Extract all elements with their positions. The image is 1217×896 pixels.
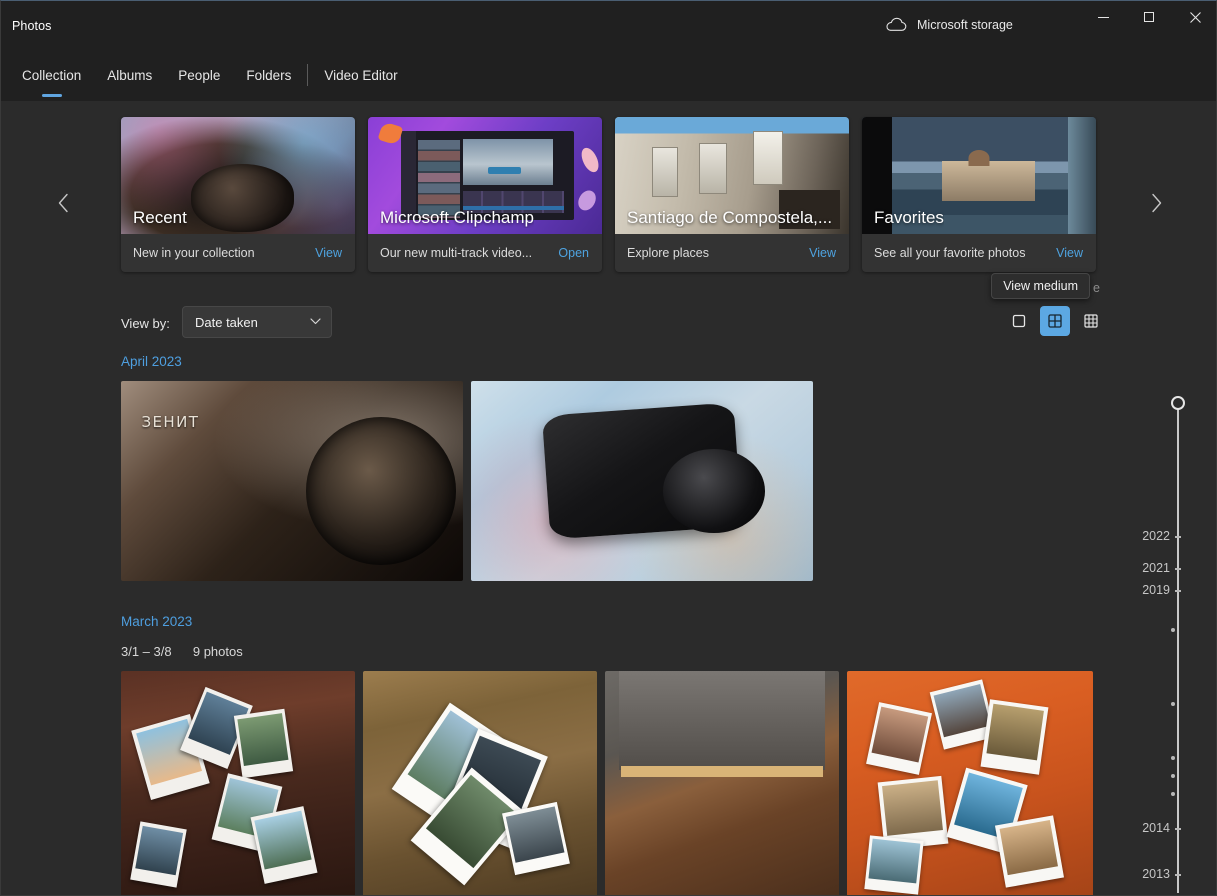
timeline-tick <box>1175 874 1181 876</box>
tab-folders[interactable]: Folders <box>233 49 304 101</box>
card-clipchamp-open-link[interactable]: Open <box>558 246 589 260</box>
section-subheading-march-2023: 3/1 – 3/8 9 photos <box>121 644 243 659</box>
timeline-scrubber[interactable]: 2022 2021 2019 2014 2013 2011 2010 1970 <box>1132 396 1202 896</box>
section-heading-march-2023[interactable]: March 2023 <box>121 614 192 629</box>
microsoft-storage-button[interactable]: Microsoft storage <box>885 17 1013 32</box>
card-recent-footer: New in your collection View <box>121 234 355 272</box>
timeline-year-2013[interactable]: 2013 <box>1142 867 1170 881</box>
card-santiago-footer: Explore places View <box>615 234 849 272</box>
timeline-dot <box>1171 774 1175 778</box>
photo-zenit-camera-closeup[interactable] <box>121 381 463 581</box>
view-by-value: Date taken <box>195 315 258 330</box>
tab-collection-label: Collection <box>22 68 81 83</box>
card-clipchamp-image: Microsoft Clipchamp <box>368 117 602 234</box>
view-small-button[interactable] <box>1076 306 1106 336</box>
tab-video-editor[interactable]: Video Editor <box>311 49 410 101</box>
photo-album-on-table[interactable] <box>605 671 839 896</box>
close-button[interactable] <box>1172 1 1217 33</box>
card-recent-image: Recent <box>121 117 355 234</box>
card-recent-title: Recent <box>133 208 187 228</box>
nav-divider <box>307 64 308 86</box>
timeline-year-2022[interactable]: 2022 <box>1142 529 1170 543</box>
card-favorites-view-link[interactable]: View <box>1056 246 1083 260</box>
minimize-button[interactable] <box>1080 1 1126 33</box>
card-clipchamp-footer: Our new multi-track video... Open <box>368 234 602 272</box>
app-title: Photos <box>12 19 52 33</box>
card-santiago-title: Santiago de Compostela,... <box>627 208 832 228</box>
tab-albums-label: Albums <box>107 68 152 83</box>
date-range: 3/1 – 3/8 <box>121 644 172 659</box>
tab-albums[interactable]: Albums <box>94 49 165 101</box>
timeline-year-2019[interactable]: 2019 <box>1142 583 1170 597</box>
view-by-label: View by: <box>121 316 170 331</box>
timeline-year-2021[interactable]: 2021 <box>1142 561 1170 575</box>
card-recent-subtitle: New in your collection <box>133 246 255 260</box>
card-recent-view-link[interactable]: View <box>315 246 342 260</box>
photo-count: 9 photos <box>193 644 243 659</box>
timeline-track[interactable] <box>1177 406 1179 893</box>
card-santiago-image: Santiago de Compostela,... <box>615 117 849 234</box>
card-santiago[interactable]: Santiago de Compostela,... Explore place… <box>615 117 849 272</box>
title-bar: Photos Microsoft storage <box>1 1 1217 49</box>
timeline-year-2014[interactable]: 2014 <box>1142 821 1170 835</box>
tab-video-editor-label: Video Editor <box>324 68 397 83</box>
photo-grid-april-2023 <box>121 381 813 581</box>
card-favorites-title: Favorites <box>874 208 944 228</box>
nav-tabs: Collection Albums People Folders Video E… <box>9 49 411 101</box>
card-favorites-footer: See all your favorite photos View <box>862 234 1096 272</box>
timeline-tick <box>1175 590 1181 592</box>
view-large-button[interactable] <box>1004 306 1034 336</box>
tab-collection[interactable]: Collection <box>9 49 94 101</box>
navigation-bar: Collection Albums People Folders Video E… <box>1 49 1217 101</box>
view-medium-tooltip: View medium <box>991 273 1090 299</box>
view-medium-button[interactable] <box>1040 306 1070 336</box>
chevron-down-icon <box>310 317 321 328</box>
obscured-size-label: e <box>1093 281 1100 295</box>
active-tab-indicator <box>42 94 62 97</box>
card-clipchamp[interactable]: Microsoft Clipchamp Our new multi-track … <box>368 117 602 272</box>
card-favorites-subtitle: See all your favorite photos <box>874 246 1025 260</box>
photo-grid-march-2023 <box>121 671 1093 896</box>
card-recent[interactable]: Recent New in your collection View <box>121 117 355 272</box>
photos-app-window: Photos Microsoft storage Collection <box>0 0 1217 896</box>
cloud-icon <box>885 17 907 32</box>
content-area: Recent New in your collection View <box>1 101 1217 896</box>
card-santiago-view-link[interactable]: View <box>809 246 836 260</box>
tab-folders-label: Folders <box>246 68 291 83</box>
timeline-dot <box>1171 628 1175 632</box>
featured-carousel: Recent New in your collection View <box>1 117 1217 287</box>
view-by-dropdown[interactable]: Date taken <box>182 306 332 338</box>
view-size-buttons <box>1004 306 1106 336</box>
tab-people[interactable]: People <box>165 49 233 101</box>
photo-zenit-camera-on-map[interactable] <box>471 381 813 581</box>
timeline-handle[interactable] <box>1171 396 1185 410</box>
card-santiago-subtitle: Explore places <box>627 246 709 260</box>
timeline-dot <box>1171 702 1175 706</box>
card-clipchamp-title: Microsoft Clipchamp <box>380 208 534 228</box>
timeline-tick <box>1175 536 1181 538</box>
tab-people-label: People <box>178 68 220 83</box>
card-favorites-image: Favorites <box>862 117 1096 234</box>
timeline-tick <box>1175 568 1181 570</box>
photo-polaroids-light-wood[interactable] <box>363 671 597 896</box>
card-favorites[interactable]: Favorites See all your favorite photos V… <box>862 117 1096 272</box>
view-options-bar: View by: Date taken e View medium <box>1 306 1217 348</box>
card-clipchamp-subtitle: Our new multi-track video... <box>380 246 532 260</box>
timeline-dot <box>1171 756 1175 760</box>
timeline-dot <box>1171 792 1175 796</box>
storage-label: Microsoft storage <box>917 18 1013 32</box>
carousel-cards: Recent New in your collection View <box>121 117 1096 272</box>
window-controls <box>1080 1 1217 33</box>
timeline-tick <box>1175 828 1181 830</box>
maximize-button[interactable] <box>1126 1 1172 33</box>
carousel-next-button[interactable] <box>1138 183 1174 223</box>
photo-polaroids-orange-table[interactable] <box>847 671 1093 896</box>
photo-polaroids-dark-wood[interactable] <box>121 671 355 896</box>
section-heading-april-2023[interactable]: April 2023 <box>121 354 182 369</box>
carousel-prev-button[interactable] <box>45 183 81 223</box>
